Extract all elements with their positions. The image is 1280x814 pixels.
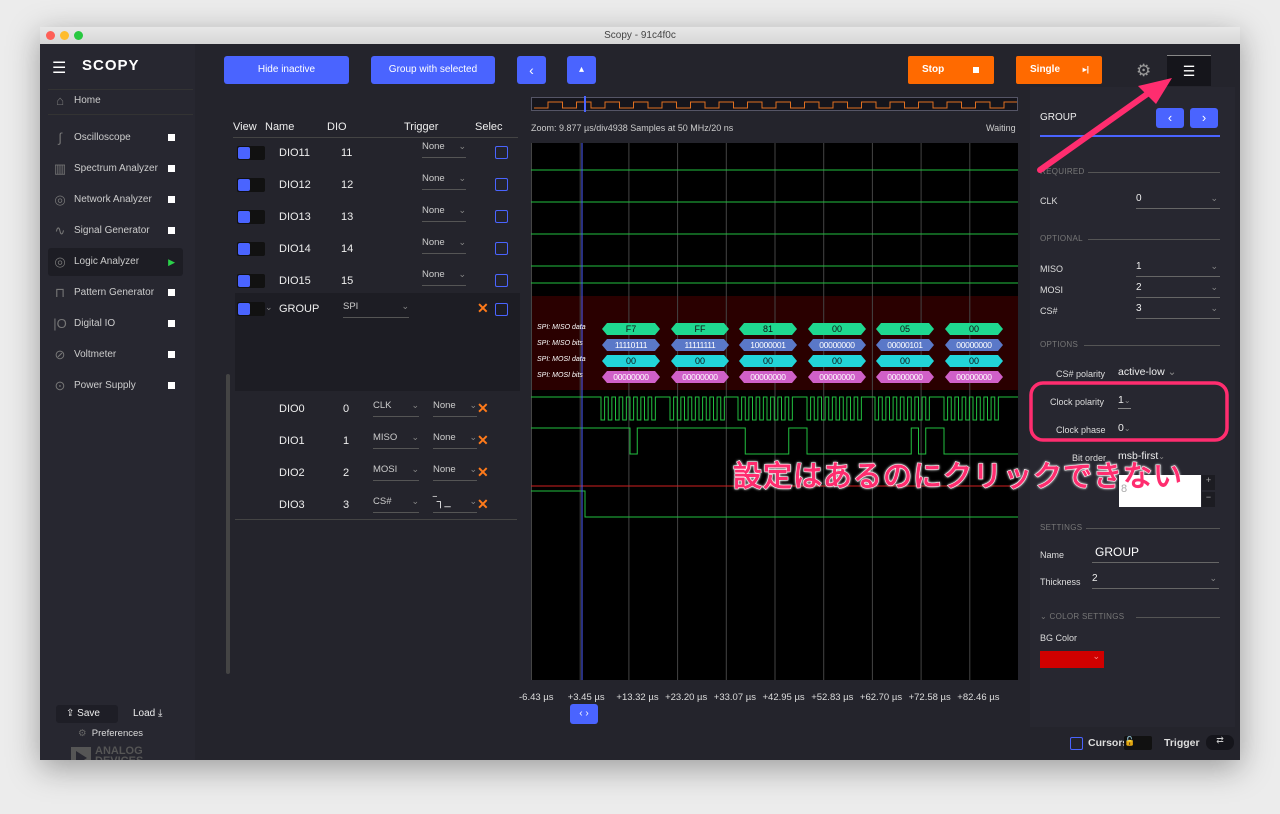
annotation-text: 設定はあるのにクリックできない: [732, 461, 1184, 494]
annotation-arrow: [1037, 89, 1153, 173]
annotation-overlay: [1029, 78, 1229, 442]
highlight-box: [1029, 381, 1229, 442]
